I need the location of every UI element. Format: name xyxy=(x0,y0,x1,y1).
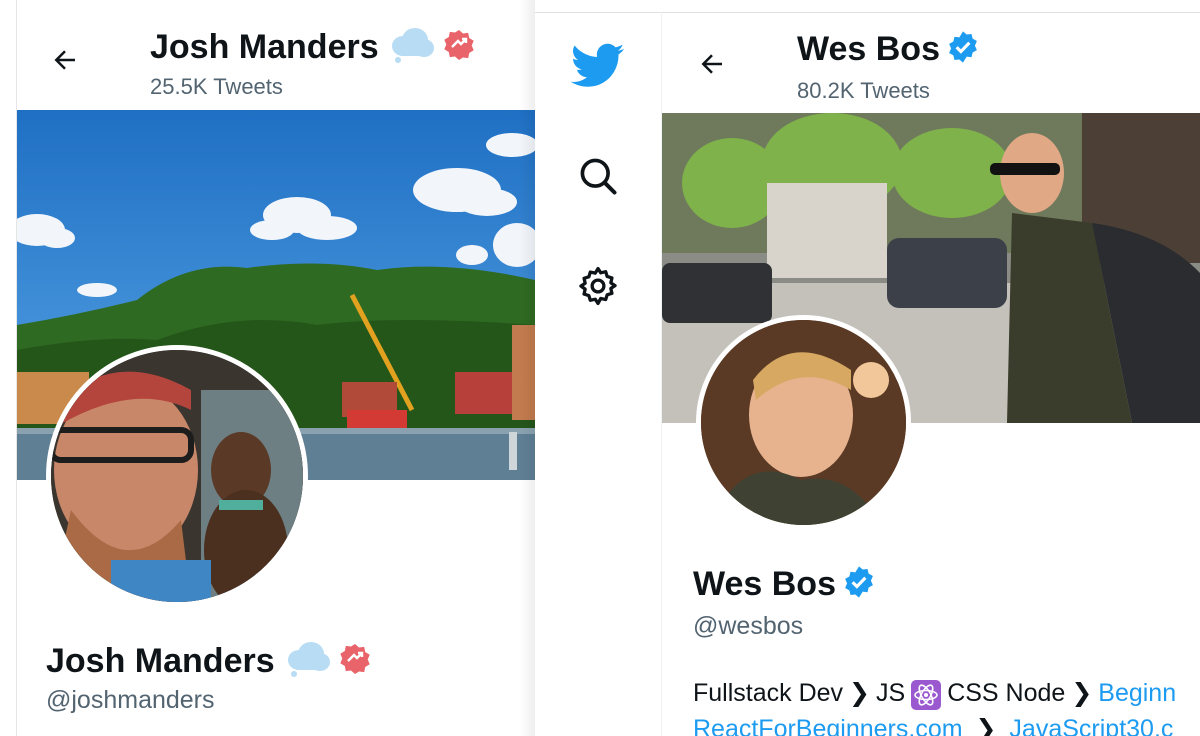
left-profile-header: Josh Manders 25.5K Tweets xyxy=(17,0,535,110)
header-name: Josh Manders xyxy=(150,28,379,66)
back-button[interactable] xyxy=(692,44,732,84)
react-atom-emoji-icon xyxy=(911,680,942,710)
cloud-emoji-icon xyxy=(389,26,435,69)
back-button[interactable] xyxy=(45,40,85,80)
display-name: Wes Bos xyxy=(693,565,836,603)
gear-icon xyxy=(579,266,617,306)
arrow-left-icon xyxy=(54,50,75,70)
display-name-row: Wes Bos xyxy=(693,565,876,604)
panel-shadow xyxy=(520,0,535,736)
left-profile-panel: Josh Manders 25.5K Tweets Josh Manders @… xyxy=(0,0,535,736)
bio-link[interactable]: Beginn xyxy=(1098,679,1176,708)
profile-avatar[interactable] xyxy=(696,315,911,530)
display-name: Josh Manders xyxy=(46,642,275,680)
cloud-emoji-icon xyxy=(285,640,331,683)
nav-sidebar xyxy=(535,12,661,736)
verified-badge-icon xyxy=(946,30,980,69)
header-title-row: Josh Manders xyxy=(150,26,475,69)
red-badge-icon xyxy=(339,643,371,680)
tweet-count: 80.2K Tweets xyxy=(797,78,930,103)
header-title-row: Wes Bos xyxy=(797,30,980,69)
arrow-left-icon xyxy=(701,54,722,74)
bio-text: Fullstack Dev xyxy=(693,678,844,707)
profile-handle: @joshmanders xyxy=(46,686,215,714)
settings-nav-button[interactable] xyxy=(568,256,628,316)
header-name: Wes Bos xyxy=(797,30,940,68)
right-profile-panel: Wes Bos 80.2K Tweets Wes Bos @wesbos Ful… xyxy=(535,0,1200,736)
chevron-right-icon: ❯ xyxy=(849,679,870,707)
profile-handle: @wesbos xyxy=(693,612,804,640)
search-nav-button[interactable] xyxy=(568,146,628,206)
bio-link[interactable]: ReactForBeginners.com xyxy=(693,715,963,736)
search-icon xyxy=(580,158,617,195)
profile-bio-line-1: Fullstack Dev ❯ JS CSS Node ❯ Beginn xyxy=(693,678,1176,710)
profile-avatar[interactable] xyxy=(46,345,308,607)
bio-text: CSS Node xyxy=(947,678,1066,707)
tweet-count: 25.5K Tweets xyxy=(150,74,283,99)
red-badge-icon xyxy=(443,29,475,66)
chevron-right-icon: ❯ xyxy=(1071,679,1093,707)
display-name-row: Josh Manders xyxy=(46,640,371,683)
chevron-right-icon: ❯ xyxy=(975,715,997,736)
profile-bio-line-2: ReactForBeginners.com ❯ JavaScript30.c xyxy=(693,714,1173,736)
right-profile-header: Wes Bos 80.2K Tweets xyxy=(662,13,1200,113)
verified-badge-icon xyxy=(842,565,876,604)
twitter-bird-icon xyxy=(571,43,625,87)
twitter-logo-link[interactable] xyxy=(568,36,628,96)
bio-text: JS xyxy=(876,678,906,707)
bio-link[interactable]: JavaScript30.c xyxy=(1009,715,1173,736)
